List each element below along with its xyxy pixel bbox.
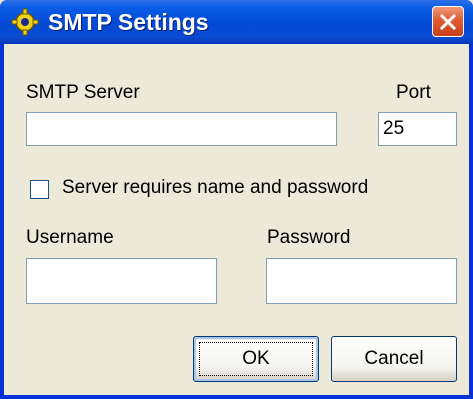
- window-title: SMTP Settings: [48, 9, 209, 35]
- title-bar[interactable]: SMTP Settings: [0, 0, 473, 44]
- smtp-settings-dialog: SMTP Settings SMTP Server Port Server re…: [0, 0, 473, 399]
- cancel-button[interactable]: Cancel: [331, 336, 457, 382]
- close-icon: [440, 14, 456, 30]
- password-input[interactable]: [266, 258, 457, 304]
- close-button[interactable]: [432, 6, 464, 37]
- ok-button-label: OK: [242, 348, 270, 369]
- dialog-body: SMTP Server Port Server requires name an…: [4, 44, 469, 395]
- ok-button[interactable]: OK: [193, 336, 319, 382]
- yellow-gear-icon[interactable]: [11, 8, 39, 36]
- auth-required-checkbox[interactable]: [30, 180, 49, 199]
- port-input[interactable]: [378, 112, 457, 146]
- port-label: Port: [396, 82, 431, 103]
- smtp-server-input[interactable]: [26, 112, 337, 146]
- cancel-button-label: Cancel: [364, 348, 424, 369]
- password-label: Password: [267, 227, 351, 248]
- smtp-server-label: SMTP Server: [26, 82, 140, 103]
- username-input[interactable]: [26, 258, 217, 304]
- auth-required-label[interactable]: Server requires name and password: [62, 177, 368, 199]
- username-label: Username: [26, 227, 114, 248]
